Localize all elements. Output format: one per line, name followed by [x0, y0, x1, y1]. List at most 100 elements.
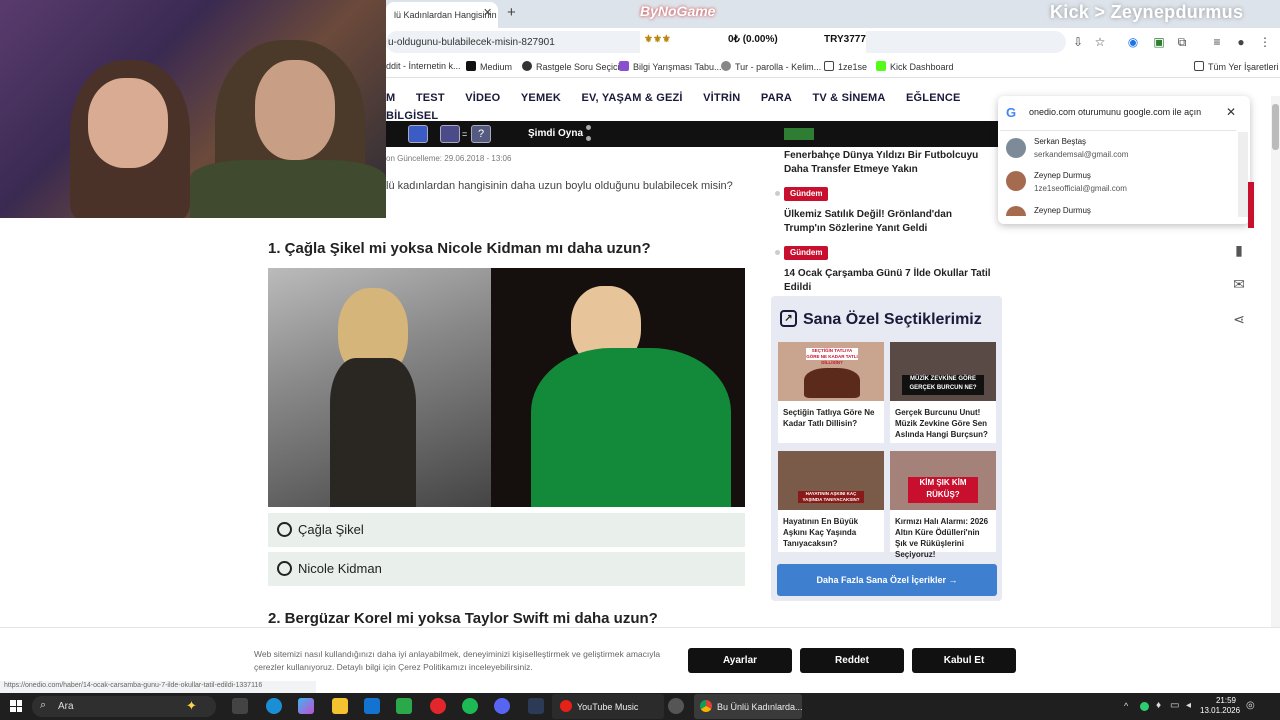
- app-icon[interactable]: [668, 698, 684, 714]
- tab-active[interactable]: lü Kadınlardan Hangisinin: [386, 2, 498, 28]
- start-icon[interactable]: [10, 700, 22, 712]
- news-badge: [784, 128, 814, 140]
- nav-item-eglence[interactable]: EĞLENCE: [906, 92, 961, 104]
- bookmark-item[interactable]: Rastgele Soru Seçici: [522, 61, 620, 72]
- bookmark-folder[interactable]: 1ze1se: [824, 61, 867, 72]
- extension-icon[interactable]: ◉: [1126, 35, 1140, 49]
- bookmark-item[interactable]: Medium: [466, 61, 512, 72]
- folder-icon: [1194, 61, 1204, 71]
- account-email[interactable]: serkandemsal@gmail.com: [1034, 150, 1128, 159]
- radio-icon[interactable]: [277, 522, 292, 537]
- close-tab-icon[interactable]: ✕: [483, 6, 492, 19]
- bookmark-item[interactable]: Kick Dashboard: [876, 61, 954, 72]
- nav-item-video[interactable]: VİDEO: [465, 92, 500, 104]
- close-icon[interactable]: ✕: [1226, 105, 1236, 119]
- news-badge[interactable]: Gündem: [784, 187, 829, 201]
- app-icon[interactable]: [528, 698, 544, 714]
- recommendation-card[interactable]: SEÇTİĞİN TATLIYA GÖRE NE KADAR TATLI DİL…: [778, 342, 884, 443]
- new-tab-button[interactable]: +: [507, 4, 516, 21]
- profile-avatar-icon[interactable]: ●: [1234, 35, 1248, 49]
- nav-item-yemek[interactable]: YEMEK: [521, 92, 561, 104]
- game-icon[interactable]: [440, 125, 460, 143]
- opera-icon[interactable]: [430, 698, 446, 714]
- recommendation-card[interactable]: HAYATININ AŞKINI KAÇ YAŞINDA TANIYACAKSI…: [778, 451, 884, 552]
- bookmark-item[interactable]: ddit - İnternetin k...: [386, 61, 461, 71]
- store-icon[interactable]: [396, 698, 412, 714]
- outlook-icon[interactable]: [364, 698, 380, 714]
- ticker-right: TRY3777: [824, 34, 866, 45]
- account-name[interactable]: Zeynep Durmuş: [1034, 206, 1091, 215]
- nav-item-ev-yasam[interactable]: EV, YAŞAM & GEZİ: [581, 92, 682, 104]
- youtube-music-icon: [560, 700, 572, 712]
- clock[interactable]: 21:59 13.01.2026: [1200, 696, 1240, 716]
- taskbar-app-label: Bu Ünlü Kadınlarda...: [717, 702, 803, 712]
- mic-icon[interactable]: ♦: [1156, 700, 1161, 711]
- streamer-right-shirt: [190, 160, 386, 218]
- notification-icon[interactable]: ◎: [1246, 700, 1255, 711]
- discord-icon[interactable]: [494, 698, 510, 714]
- account-name[interactable]: Zeynep Durmuş: [1034, 171, 1091, 180]
- star-icon[interactable]: ☆: [1093, 35, 1107, 49]
- copilot-icon[interactable]: [298, 698, 314, 714]
- game-icon[interactable]: [408, 125, 428, 143]
- photo-dress: [330, 358, 416, 507]
- volume-icon[interactable]: ◂: [1186, 700, 1191, 711]
- spotify-icon[interactable]: [462, 698, 478, 714]
- recommendation-card[interactable]: KİM ŞIK KİM RÜKÜŞ? Kırmızı Halı Alarmı: …: [890, 451, 996, 559]
- network-icon[interactable]: ▭: [1170, 700, 1179, 711]
- cookie-settings-button[interactable]: Ayarlar: [688, 648, 792, 673]
- avatar[interactable]: [1006, 171, 1026, 191]
- tray-app-icon[interactable]: [1140, 702, 1149, 711]
- nav-item-test[interactable]: TEST: [416, 92, 445, 104]
- sparkle-icon: ✦: [186, 698, 197, 713]
- bookmark-item[interactable]: Tur - parolla - Kelim...: [721, 61, 821, 72]
- page-scrollbar[interactable]: [1271, 96, 1280, 686]
- game-dot: [586, 136, 591, 141]
- menu-icon[interactable]: ⋮: [1258, 35, 1272, 49]
- tray-chevron-icon[interactable]: ^: [1124, 701, 1128, 711]
- account-email[interactable]: 1ze1seofficial@gmail.com: [1034, 184, 1127, 193]
- nav-item-para[interactable]: PARA: [761, 92, 792, 104]
- radio-icon[interactable]: [277, 561, 292, 576]
- extension-badge-icon[interactable]: ▣: [1152, 35, 1166, 49]
- news-badge[interactable]: Gündem: [784, 246, 829, 260]
- cookie-reject-button[interactable]: Reddet: [800, 648, 904, 673]
- card-image-caption: MÜZİK ZEVKİNE GÖRE GERÇEK BURCUN NE?: [902, 375, 984, 395]
- game-eq: =: [462, 129, 468, 139]
- task-view-icon[interactable]: [232, 698, 248, 714]
- card-title: Gerçek Burcunu Unut! Müzik Zevkine Göre …: [895, 408, 988, 439]
- article-intro: lü kadınlardan hangisinin daha uzun boyl…: [386, 180, 733, 192]
- account-name[interactable]: Serkan Beştaş: [1034, 137, 1086, 146]
- share-icon[interactable]: ⋖: [1226, 306, 1252, 332]
- parolla-icon: [721, 61, 731, 71]
- play-now-button[interactable]: Şimdi Oyna: [528, 128, 583, 139]
- install-icon[interactable]: ⇩: [1071, 35, 1085, 49]
- nav-item-vitrin[interactable]: VİTRİN: [703, 92, 740, 104]
- comments-icon[interactable]: ✉: [1226, 271, 1252, 297]
- explorer-icon[interactable]: [332, 698, 348, 714]
- cookie-accept-button[interactable]: Kabul Et: [912, 648, 1016, 673]
- media-icon[interactable]: ≡: [1210, 35, 1224, 49]
- puzzle-icon[interactable]: ⧉: [1175, 35, 1189, 49]
- answer-option[interactable]: Çağla Şikel: [268, 513, 745, 547]
- all-bookmarks[interactable]: Tüm Yer İşaretleri: [1194, 61, 1279, 72]
- streamer-left-face: [88, 78, 168, 168]
- nav-item[interactable]: M: [386, 92, 395, 104]
- news-link[interactable]: 14 Ocak Çarşamba Günü 7 İlde Okullar Tat…: [784, 267, 994, 295]
- nav-item-tv[interactable]: TV & SİNEMA: [812, 92, 885, 104]
- more-recommendations-button[interactable]: Daha Fazla Sana Özel İçerikler →: [777, 564, 997, 596]
- scrollbar-thumb[interactable]: [1272, 104, 1279, 150]
- news-link[interactable]: Fenerbahçe Dünya Yıldızı Bir Futbolcuyu …: [784, 149, 994, 177]
- news-link[interactable]: Ülkemiz Satılık Değil! Grönland'dan Trum…: [784, 208, 994, 236]
- edge-icon[interactable]: [266, 698, 282, 714]
- bookmark-item[interactable]: Bilgi Yarışması Tabu...: [619, 61, 722, 72]
- avatar[interactable]: [1006, 138, 1026, 158]
- game-question-icon[interactable]: ?: [471, 125, 491, 143]
- question-title: 1. Çağla Şikel mi yoksa Nicole Kidman mı…: [268, 240, 651, 257]
- answer-option[interactable]: Nicole Kidman: [268, 552, 745, 586]
- popup-scrollbar[interactable]: [1238, 132, 1248, 217]
- url-text[interactable]: u-oldugunu-bulabilecek-misin-827901: [388, 37, 555, 48]
- popup-title: onedio.com oturumunu google.com ile açın: [1029, 107, 1202, 117]
- bookmark-add-icon[interactable]: ▮: [1226, 237, 1252, 263]
- recommendation-card[interactable]: MÜZİK ZEVKİNE GÖRE GERÇEK BURCUN NE? Ger…: [890, 342, 996, 443]
